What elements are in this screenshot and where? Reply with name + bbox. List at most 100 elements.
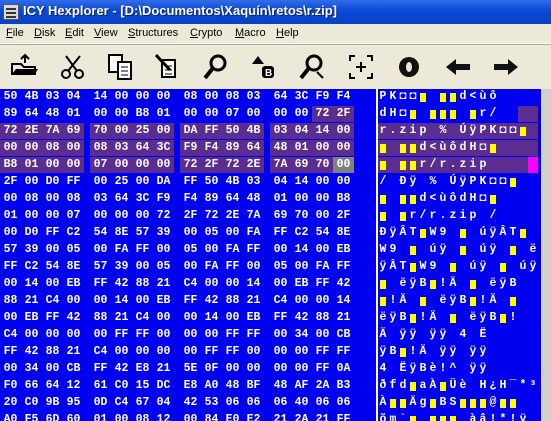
- hex-byte[interactable]: 69: [270, 208, 291, 224]
- ascii-char[interactable]: ÿ: [468, 123, 478, 139]
- hex-byte[interactable]: 00: [312, 208, 333, 224]
- ascii-char[interactable]: B: [388, 344, 398, 360]
- hex-byte[interactable]: C2: [291, 225, 312, 241]
- hex-byte[interactable]: 00: [312, 174, 333, 190]
- hex-byte[interactable]: 48: [42, 106, 63, 122]
- ascii-char[interactable]: [468, 276, 478, 292]
- ascii-char[interactable]: !: [438, 361, 448, 377]
- ascii-char[interactable]: Ð: [398, 174, 408, 190]
- hex-byte[interactable]: DA: [153, 174, 174, 190]
- ascii-char[interactable]: [518, 327, 528, 343]
- hex-byte[interactable]: 00: [63, 293, 84, 309]
- hex-byte[interactable]: 89: [201, 191, 222, 207]
- hex-byte[interactable]: 00: [312, 242, 333, 258]
- ascii-char[interactable]: [488, 327, 498, 343]
- ascii-char[interactable]: [488, 344, 498, 360]
- hex-byte[interactable]: 42: [201, 293, 222, 309]
- ascii-char[interactable]: Ä: [418, 344, 428, 360]
- hex-byte[interactable]: 08: [180, 89, 201, 105]
- hex-byte[interactable]: 89: [0, 106, 21, 122]
- ascii-char[interactable]: [518, 293, 528, 309]
- ascii-char[interactable]: [448, 89, 458, 105]
- hex-byte[interactable]: 00: [132, 157, 153, 173]
- ascii-char[interactable]: ◘: [478, 191, 488, 207]
- ascii-char[interactable]: ÿ: [448, 344, 458, 360]
- ascii-char[interactable]: [478, 276, 488, 292]
- hex-byte[interactable]: 50: [222, 123, 243, 139]
- hex-byte[interactable]: 14: [201, 310, 222, 326]
- ascii-char[interactable]: [458, 395, 468, 411]
- ascii-char[interactable]: Ú: [448, 174, 458, 190]
- ascii-char[interactable]: ◘: [478, 140, 488, 156]
- ascii-char[interactable]: [528, 174, 538, 190]
- hex-view[interactable]: 50 4B 03 04 14 00 00 00 08 00 08 03 64 3C F9 F4 89 64 48 01…: [0, 89, 376, 421]
- ascii-char[interactable]: ¯: [508, 378, 518, 394]
- hex-byte[interactable]: 88: [0, 293, 21, 309]
- hex-byte[interactable]: 9B: [42, 395, 63, 411]
- hex-byte[interactable]: CB: [63, 361, 84, 377]
- hex-byte[interactable]: 00: [42, 191, 63, 207]
- hex-byte[interactable]: 64: [132, 140, 153, 156]
- ascii-char[interactable]: ◘: [398, 106, 408, 122]
- ascii-char[interactable]: W: [428, 225, 438, 241]
- hex-byte[interactable]: 00: [243, 361, 264, 377]
- hex-byte[interactable]: 00: [312, 140, 333, 156]
- open-file-icon[interactable]: [6, 50, 42, 84]
- hex-byte[interactable]: 00: [132, 174, 153, 190]
- ascii-char[interactable]: [528, 395, 538, 411]
- ascii-char[interactable]: K: [478, 174, 488, 190]
- ascii-char[interactable]: ÿ: [478, 361, 488, 377]
- ascii-char[interactable]: [418, 327, 428, 343]
- hex-byte[interactable]: 00: [180, 327, 201, 343]
- hex-byte[interactable]: 00: [63, 157, 84, 173]
- ascii-char[interactable]: [518, 361, 528, 377]
- hex-byte[interactable]: 00: [180, 412, 201, 421]
- ascii-char[interactable]: [468, 378, 478, 394]
- goto-offset-icon[interactable]: [343, 50, 379, 84]
- hex-byte[interactable]: 57: [0, 242, 21, 258]
- hex-byte[interactable]: FA: [243, 225, 264, 241]
- ascii-char[interactable]: À: [428, 378, 438, 394]
- ascii-char[interactable]: [498, 191, 508, 207]
- ascii-char[interactable]: d: [458, 89, 468, 105]
- hex-byte[interactable]: AF: [291, 378, 312, 394]
- ascii-char[interactable]: S: [448, 395, 458, 411]
- ascii-char[interactable]: [418, 89, 428, 105]
- ascii-char[interactable]: B: [458, 293, 468, 309]
- hex-byte[interactable]: 21: [153, 276, 174, 292]
- ascii-char[interactable]: Ë: [478, 327, 488, 343]
- hex-byte[interactable]: 00: [270, 361, 291, 377]
- ascii-char[interactable]: [448, 412, 458, 421]
- hex-byte[interactable]: FF: [222, 259, 243, 275]
- ascii-char[interactable]: !: [478, 293, 488, 309]
- hex-byte[interactable]: 57: [90, 259, 111, 275]
- hex-byte[interactable]: 00: [132, 208, 153, 224]
- hex-byte[interactable]: 05: [180, 242, 201, 258]
- hex-byte[interactable]: FF: [63, 174, 84, 190]
- ascii-char[interactable]: Ä: [408, 395, 418, 411]
- ascii-char[interactable]: [528, 412, 538, 421]
- hex-byte[interactable]: 88: [222, 293, 243, 309]
- hex-byte[interactable]: 42: [333, 276, 354, 292]
- ascii-char[interactable]: [458, 361, 468, 377]
- hex-byte[interactable]: 64: [21, 106, 42, 122]
- ascii-char[interactable]: ù: [438, 140, 448, 156]
- ascii-char[interactable]: [508, 327, 518, 343]
- hex-byte[interactable]: EB: [153, 293, 174, 309]
- hex-byte[interactable]: 00: [333, 123, 354, 139]
- ascii-char[interactable]: [398, 242, 408, 258]
- ascii-char[interactable]: f: [388, 378, 398, 394]
- hex-byte[interactable]: FF: [180, 174, 201, 190]
- hex-byte[interactable]: 42: [63, 310, 84, 326]
- ascii-char[interactable]: d: [458, 191, 468, 207]
- hex-byte[interactable]: 06: [243, 395, 264, 411]
- ascii-char[interactable]: /: [418, 208, 428, 224]
- hex-byte[interactable]: 00: [42, 327, 63, 343]
- ascii-char[interactable]: T: [508, 225, 518, 241]
- ascii-char[interactable]: ³: [528, 378, 538, 394]
- hex-byte[interactable]: 7A: [243, 208, 264, 224]
- hex-byte[interactable]: 06: [312, 395, 333, 411]
- ascii-char[interactable]: `: [398, 412, 408, 421]
- ascii-char[interactable]: [458, 259, 468, 275]
- ascii-char[interactable]: [508, 140, 518, 156]
